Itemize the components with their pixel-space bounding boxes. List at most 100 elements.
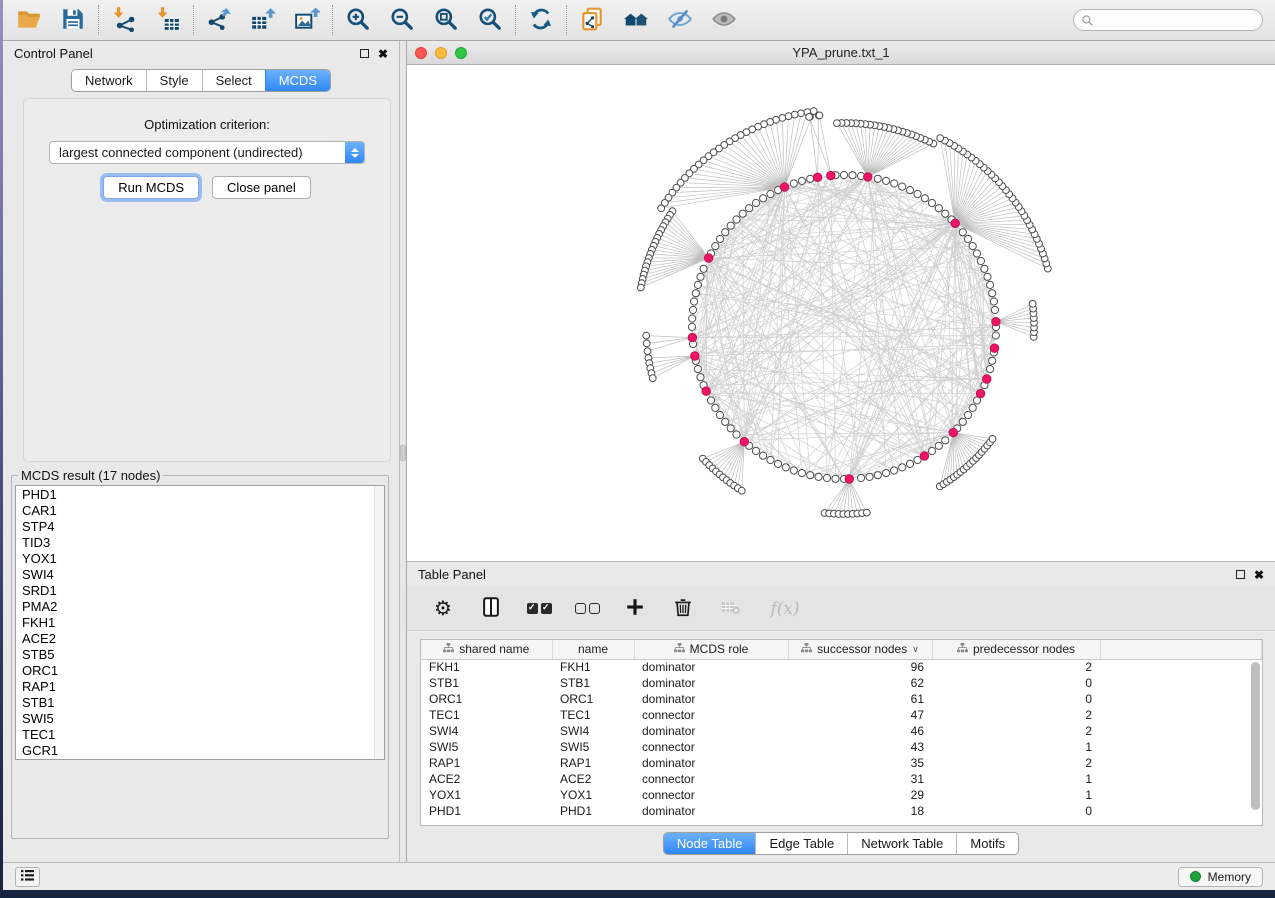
shared-column-icon (957, 642, 968, 656)
export-table-button[interactable] (249, 6, 277, 34)
mcds-list-scrollbar[interactable] (374, 486, 384, 759)
tab-style[interactable]: Style (146, 70, 202, 91)
tab-network[interactable]: Network (72, 70, 146, 91)
mcds-result-item[interactable]: FKH1 (22, 615, 384, 631)
main-toolbar (3, 0, 1275, 41)
cytoscape-window: Control Panel ✖ Network Style Select MCD… (3, 0, 1275, 890)
save-floppy-icon (60, 6, 86, 35)
export-image-button[interactable] (293, 6, 321, 34)
mcds-result-item[interactable]: TEC1 (22, 727, 384, 743)
sort-descending-icon: ∨ (912, 644, 919, 655)
table-panel-tabs: Node Table Edge Table Network Table Moti… (663, 832, 1019, 855)
table-scrollbar[interactable] (1251, 662, 1260, 810)
import-table-button[interactable] (154, 6, 182, 34)
toolbar-separator (98, 5, 99, 35)
table-row[interactable]: FKH1FKH1dominator962 (421, 659, 1262, 675)
shared-column-icon (443, 642, 454, 656)
mcds-result-item[interactable]: ACE2 (22, 631, 384, 647)
import-network-button[interactable] (110, 6, 138, 34)
table-row[interactable]: ORC1ORC1dominator610 (421, 691, 1262, 707)
tab-motifs[interactable]: Motifs (956, 833, 1018, 854)
deselect-all-columns-button[interactable] (575, 597, 599, 621)
network-graph[interactable] (407, 65, 1275, 561)
refresh-layout-button[interactable] (527, 6, 555, 34)
column-header-MCDS-role[interactable]: MCDS role (634, 640, 788, 659)
mcds-result-item[interactable]: CAR1 (22, 503, 384, 519)
zoom-selected-button[interactable] (476, 6, 504, 34)
table-row[interactable]: YOX1YOX1connector291 (421, 787, 1262, 803)
show-columns-button[interactable] (479, 597, 503, 621)
list-icon (21, 869, 34, 884)
import-network-icon (111, 6, 137, 35)
optimization-criterion-dropdown[interactable]: largest connected component (undirected) (49, 141, 365, 164)
tab-edge-table[interactable]: Edge Table (755, 833, 847, 854)
mcds-result-list[interactable]: PHD1CAR1STP4TID3YOX1SWI4SRD1PMA2FKH1ACE2… (15, 485, 385, 760)
mcds-result-item[interactable]: RAP1 (22, 679, 384, 695)
select-all-columns-button[interactable] (527, 597, 551, 621)
search-input[interactable] (1099, 13, 1255, 27)
table-options-button[interactable]: ⚙ (431, 597, 455, 621)
add-column-button[interactable] (623, 597, 647, 621)
hide-selected-button[interactable] (666, 6, 694, 34)
column-header-name[interactable]: name (552, 640, 634, 659)
column-header-successor-nodes[interactable]: successor nodes∨ (788, 640, 932, 659)
export-network-button[interactable] (205, 6, 233, 34)
float-window-icon[interactable] (1236, 570, 1245, 579)
houses-icon (623, 6, 649, 35)
table-row[interactable]: RAP1RAP1dominator352 (421, 755, 1262, 771)
delete-table-button-disabled (719, 597, 743, 621)
open-folder-icon (16, 6, 42, 35)
mcds-result-item[interactable]: STB1 (22, 695, 384, 711)
table-row[interactable]: PHD1PHD1dominator180 (421, 803, 1262, 819)
save-session-button[interactable] (59, 6, 87, 34)
table-row[interactable]: STB1STB1dominator620 (421, 675, 1262, 691)
tab-mcds[interactable]: MCDS (265, 70, 330, 91)
zoom-in-button[interactable] (344, 6, 372, 34)
mcds-result-item[interactable]: GCR1 (22, 743, 384, 759)
network-canvas[interactable] (407, 65, 1275, 561)
close-panel-icon[interactable]: ✖ (1254, 569, 1264, 581)
delete-column-button[interactable] (671, 597, 695, 621)
mcds-result-item[interactable]: STP4 (22, 519, 384, 535)
close-panel-button[interactable]: Close panel (212, 176, 311, 199)
mcds-result-item[interactable]: STB5 (22, 647, 384, 663)
zoom-out-icon (389, 6, 415, 35)
tab-select[interactable]: Select (202, 70, 265, 91)
show-all-button[interactable] (710, 6, 738, 34)
mcds-result-item[interactable]: PHD1 (22, 487, 384, 503)
close-panel-icon[interactable]: ✖ (378, 48, 388, 60)
memory-button[interactable]: Memory (1178, 867, 1263, 887)
first-neighbors-button[interactable] (622, 6, 650, 34)
mcds-result-item[interactable]: YOX1 (22, 551, 384, 567)
mcds-result-item[interactable]: SWI4 (22, 567, 384, 583)
task-history-button[interactable] (15, 867, 40, 887)
open-session-button[interactable] (15, 6, 43, 34)
shared-column-icon (801, 642, 812, 656)
control-panel: Control Panel ✖ Network Style Select MCD… (3, 41, 399, 862)
delete-table-icon (720, 596, 742, 621)
tab-network-table[interactable]: Network Table (847, 833, 956, 854)
run-mcds-button[interactable]: Run MCDS (103, 176, 199, 199)
trash-icon (672, 596, 694, 621)
panel-splitter[interactable] (399, 41, 407, 862)
mcds-result-item[interactable]: SRD1 (22, 583, 384, 599)
table-row[interactable]: ACE2ACE2connector311 (421, 771, 1262, 787)
network-window-titlebar[interactable]: YPA_prune.txt_1 (407, 41, 1275, 65)
table-row[interactable]: SWI4SWI4dominator462 (421, 723, 1262, 739)
mcds-result-item[interactable]: SWI5 (22, 711, 384, 727)
network-view-window: YPA_prune.txt_1 (407, 41, 1275, 562)
table-row[interactable]: SWI5SWI5connector431 (421, 739, 1262, 755)
table-row[interactable]: TEC1TEC1connector472 (421, 707, 1262, 723)
search-box (1073, 9, 1263, 31)
mcds-result-item[interactable]: TID3 (22, 535, 384, 551)
new-network-from-selection-button[interactable] (578, 6, 606, 34)
float-window-icon[interactable] (360, 49, 369, 58)
column-header-shared-name[interactable]: shared name (421, 640, 552, 659)
column-header-predecessor-nodes[interactable]: predecessor nodes (932, 640, 1100, 659)
tab-node-table[interactable]: Node Table (664, 833, 756, 854)
node-table: shared namenameMCDS rolesuccessor nodes∨… (420, 639, 1263, 826)
zoom-out-button[interactable] (388, 6, 416, 34)
mcds-result-item[interactable]: ORC1 (22, 663, 384, 679)
mcds-result-item[interactable]: PMA2 (22, 599, 384, 615)
zoom-fit-button[interactable] (432, 6, 460, 34)
